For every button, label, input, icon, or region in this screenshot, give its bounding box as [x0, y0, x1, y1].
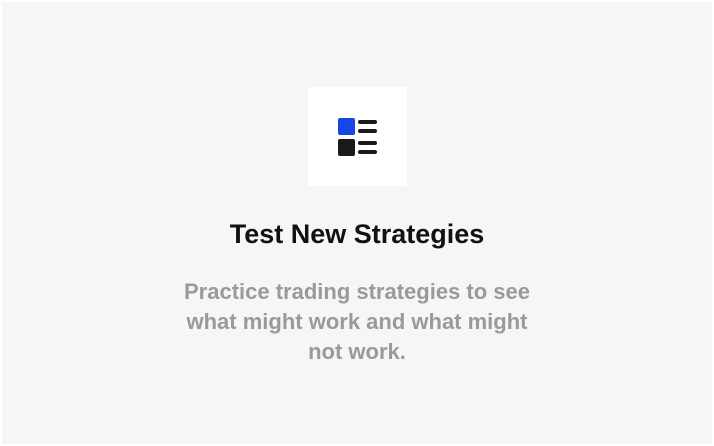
list-layout-icon: [338, 118, 377, 156]
feature-title: Test New Strategies: [229, 219, 485, 249]
icon-tile: [308, 87, 407, 186]
feature-description: Practice trading strategies to see what …: [183, 279, 531, 364]
feature-card: Test New Strategies Practice trading str…: [2, 2, 712, 444]
